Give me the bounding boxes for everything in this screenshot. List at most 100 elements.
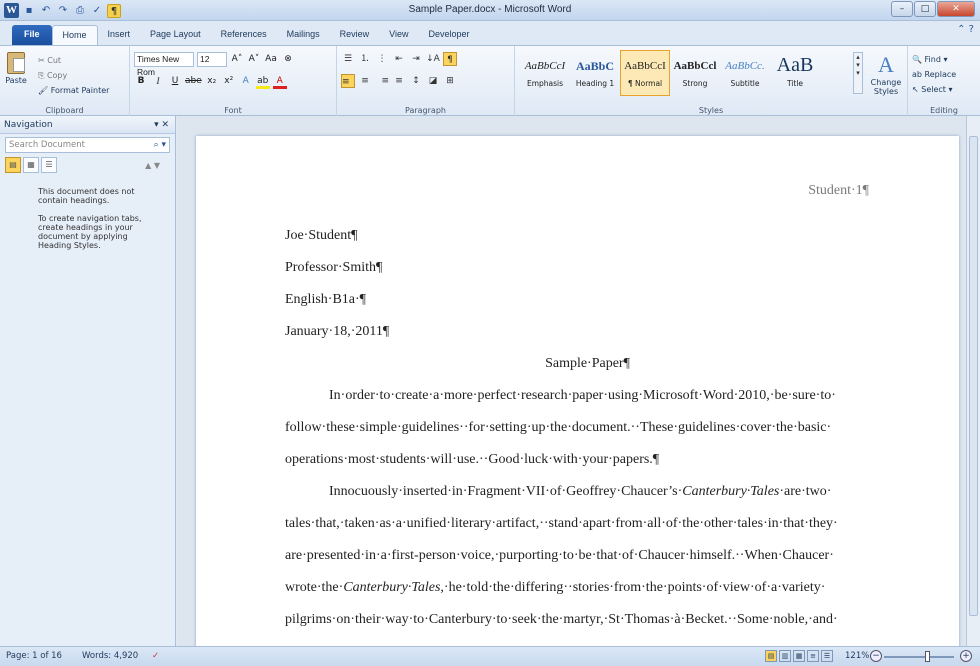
paste-button[interactable]: Paste <box>4 52 28 94</box>
increase-indent-icon[interactable]: ⇥ <box>409 52 423 66</box>
author-line[interactable]: Joe·Student¶ <box>285 228 357 244</box>
find-button[interactable]: 🔍 Find ▾ <box>912 52 956 67</box>
paste-label: Paste <box>5 76 27 85</box>
select-button[interactable]: ↖ Select ▾ <box>912 82 956 97</box>
browse-results-tab[interactable]: ☰ <box>41 157 57 173</box>
body-line[interactable]: pilgrims·on·their·way·to·Canterbury·to·s… <box>285 612 838 628</box>
font-color-button[interactable]: A <box>272 74 287 89</box>
body-line[interactable]: In·order·to·create·a·more·perfect·resear… <box>329 388 836 404</box>
vertical-scrollbar[interactable] <box>966 116 980 646</box>
print-layout-icon[interactable]: ▤ <box>765 650 777 662</box>
style-name: Strong <box>682 79 708 88</box>
style-normal[interactable]: AaBbCcI ¶ Normal <box>620 50 670 96</box>
strikethrough-button[interactable]: abe <box>185 74 202 89</box>
align-left-icon[interactable]: ≡ <box>341 74 355 88</box>
borders-icon[interactable]: ⊞ <box>443 74 457 88</box>
help-icon[interactable]: ⌃ ? <box>957 24 974 35</box>
zoom-in-button[interactable]: + <box>960 650 972 662</box>
decrease-indent-icon[interactable]: ⇤ <box>392 52 406 66</box>
zoom-level[interactable]: 121% <box>845 651 869 661</box>
tab-references[interactable]: References <box>211 25 277 45</box>
shading-icon[interactable]: ◪ <box>426 74 440 88</box>
align-right-icon[interactable]: ≡ <box>375 74 389 88</box>
outline-icon[interactable]: ≡ <box>807 650 819 662</box>
line-spacing-icon[interactable]: ↕ <box>409 74 423 88</box>
grow-font-icon[interactable]: A˄ <box>230 52 244 67</box>
tab-mailings[interactable]: Mailings <box>277 25 330 45</box>
superscript-button[interactable]: x² <box>222 74 236 89</box>
page-header[interactable]: Student·1¶ <box>808 183 869 199</box>
maximize-button[interactable]: □ <box>914 1 936 17</box>
body-line[interactable]: wrote·the·Canterbury·Tales,·he·told·the·… <box>285 580 825 596</box>
minimize-button[interactable]: – <box>891 1 913 17</box>
subscript-button[interactable]: x₂ <box>205 74 219 89</box>
show-hide-pilcrow-icon[interactable]: ¶ <box>443 52 457 66</box>
word-count[interactable]: Words: 4,920 <box>82 651 138 661</box>
tab-page-layout[interactable]: Page Layout <box>140 25 211 45</box>
align-center-icon[interactable]: ≡ <box>358 74 372 88</box>
full-screen-reading-icon[interactable]: ▥ <box>779 650 791 662</box>
style-name: ¶ Normal <box>627 79 663 88</box>
date-line[interactable]: January·18,·2011¶ <box>285 324 389 340</box>
body-line[interactable]: Innocuously·inserted·in·Fragment·VII·of·… <box>329 484 831 500</box>
search-document-input[interactable]: Search Document ⌕ ▾ <box>5 137 170 153</box>
browse-headings-tab[interactable]: ▤ <box>5 157 21 173</box>
sort-icon[interactable]: ↓A <box>426 52 440 66</box>
style-strong[interactable]: AaBbCcl Strong <box>670 50 720 96</box>
close-button[interactable]: ✕ <box>937 1 975 17</box>
tab-review[interactable]: Review <box>330 25 380 45</box>
zoom-slider[interactable] <box>884 656 954 658</box>
style-subtitle[interactable]: AaBbCc. Subtitle <box>720 50 770 96</box>
paper-title[interactable]: Sample·Paper¶ <box>196 356 959 372</box>
text-effects-button[interactable]: A <box>239 74 253 89</box>
style-title[interactable]: AaB Title <box>770 50 820 96</box>
body-line[interactable]: are·presented·in·a·first-person·voice,·p… <box>285 548 834 564</box>
style-name: Subtitle <box>730 79 760 88</box>
body-line[interactable]: follow·these·simple·guidelines··for·sett… <box>285 420 831 436</box>
underline-button[interactable]: U <box>168 74 182 89</box>
justify-icon[interactable]: ≡ <box>392 74 406 88</box>
italic-button[interactable]: I <box>151 74 165 89</box>
replace-button[interactable]: ab Replace <box>912 67 956 82</box>
clear-formatting-icon[interactable]: ⊗ <box>281 52 295 67</box>
course-line[interactable]: English·B1a·¶ <box>285 292 366 308</box>
bullets-icon[interactable]: ☰ <box>341 52 355 66</box>
previous-next-arrows[interactable]: ▲ ▼ <box>145 161 160 170</box>
style-heading-1[interactable]: AaBbC Heading 1 <box>570 50 620 96</box>
font-size-select[interactable]: 12 <box>197 52 227 67</box>
page-count[interactable]: Page: 1 of 16 <box>6 651 62 661</box>
body-line[interactable]: operations·most·students·will·use.··Good… <box>285 452 659 468</box>
tab-view[interactable]: View <box>379 25 418 45</box>
view-buttons: ▤ ▥ ▦ ≡ ☰ <box>765 650 833 662</box>
style-emphasis[interactable]: AaBbCcI Emphasis <box>520 50 570 96</box>
change-case-icon[interactable]: Aa <box>264 52 278 67</box>
body-line[interactable]: tales·that,·taken·as·a·unified·literary·… <box>285 516 838 532</box>
shrink-font-icon[interactable]: A˅ <box>247 52 261 67</box>
document-page[interactable]: Student·1¶ Joe·Student¶ Professor·Smith¶… <box>196 136 959 646</box>
font-name-select[interactable]: Times New Rom <box>134 52 194 77</box>
multilevel-list-icon[interactable]: ⋮ <box>375 52 389 66</box>
format-painter-button[interactable]: 🖌 Format Painter <box>38 83 109 98</box>
navigation-pane-controls[interactable]: ▾ ✕ <box>154 116 169 134</box>
zoom-slider-knob[interactable] <box>925 651 930 662</box>
styles-more-button[interactable]: ▴ ▾ ▾ <box>853 52 863 94</box>
tab-file[interactable]: File <box>12 25 52 45</box>
proofing-icon[interactable]: ✓ <box>152 651 159 661</box>
copy-button[interactable]: ⎘ Copy <box>38 68 109 83</box>
web-layout-icon[interactable]: ▦ <box>793 650 805 662</box>
zoom-out-button[interactable]: − <box>870 650 882 662</box>
bold-button[interactable]: B <box>134 74 148 89</box>
professor-line[interactable]: Professor·Smith¶ <box>285 260 382 276</box>
tab-developer[interactable]: Developer <box>419 25 480 45</box>
draft-icon[interactable]: ☰ <box>821 650 833 662</box>
tab-home[interactable]: Home <box>51 25 98 45</box>
numbering-icon[interactable]: ⒈ <box>358 52 372 66</box>
copy-label: Copy <box>46 71 68 80</box>
browse-pages-tab[interactable]: ▦ <box>23 157 39 173</box>
change-styles-button[interactable]: A Change Styles <box>866 52 906 96</box>
highlight-button[interactable]: ab <box>255 74 270 89</box>
cut-button[interactable]: ✂ Cut <box>38 53 109 68</box>
scrollbar-thumb[interactable] <box>969 136 978 616</box>
tab-insert[interactable]: Insert <box>98 25 141 45</box>
search-icon[interactable]: ⌕ ▾ <box>154 138 166 152</box>
